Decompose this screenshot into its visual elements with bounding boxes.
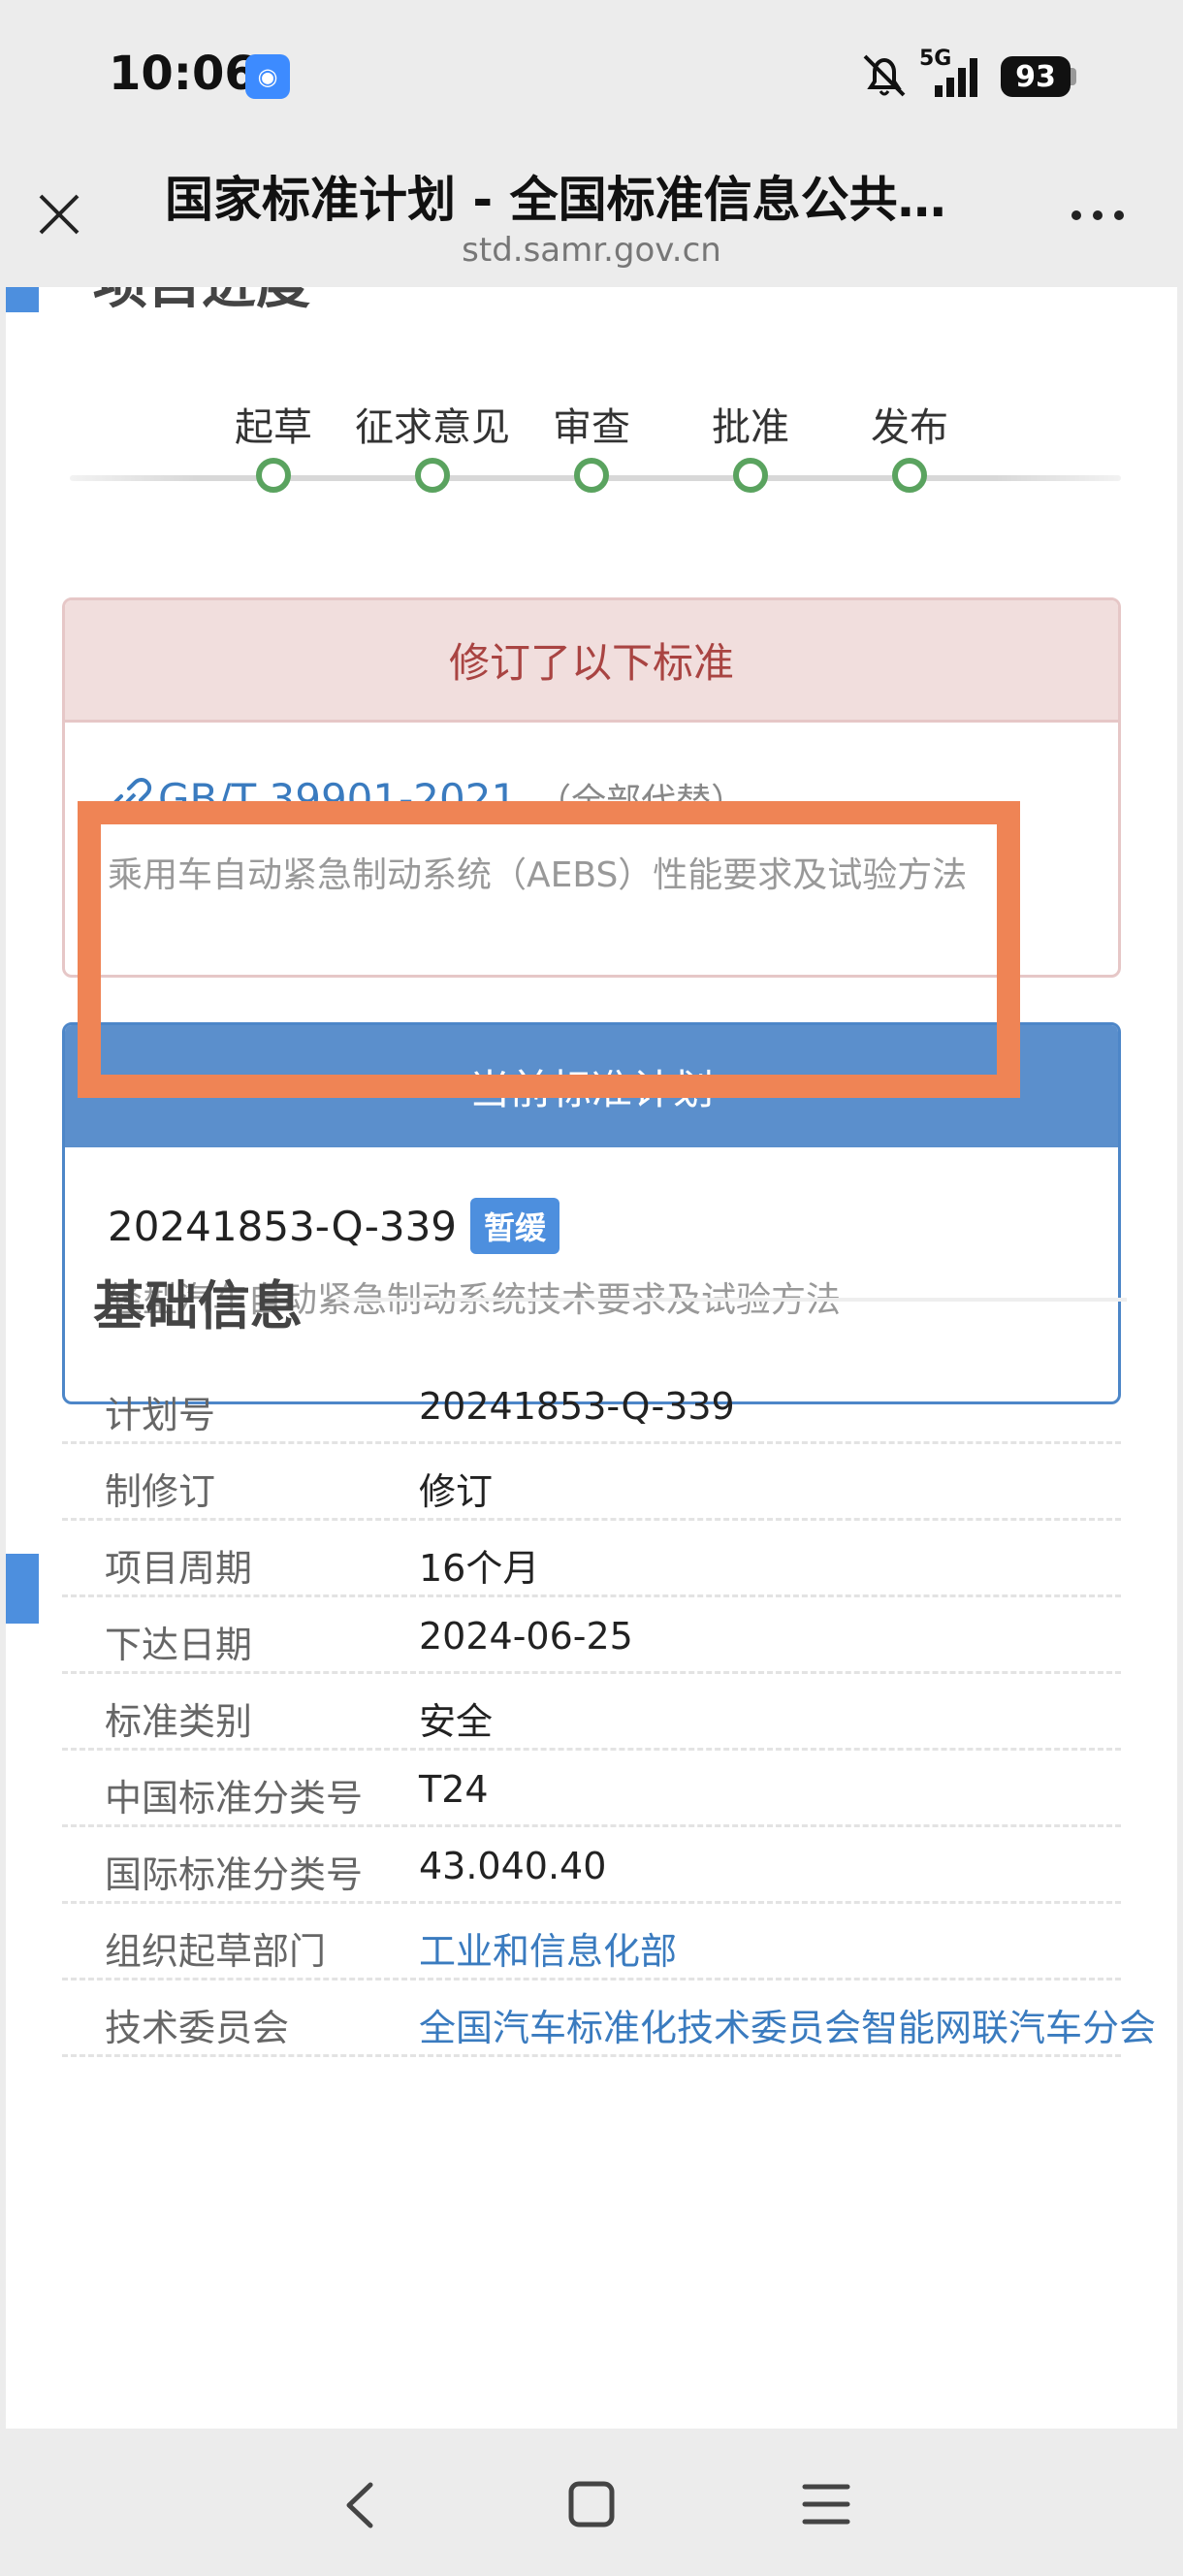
info-row: 标准类别 安全: [62, 1674, 1121, 1751]
step-dot: [892, 458, 927, 493]
info-row: 项目周期 16个月: [62, 1521, 1121, 1597]
info-key: 国际标准分类号: [105, 1853, 364, 1896]
current-plan-header: 当前标准计划: [65, 1025, 1118, 1147]
step-dot: [574, 458, 609, 493]
info-value: 20241853-Q-339: [419, 1385, 735, 1428]
info-key: 项目周期: [105, 1547, 253, 1590]
info-value: 2024-06-25: [419, 1615, 633, 1658]
page-url: std.samr.gov.cn: [462, 231, 721, 270]
current-plan-box: 当前标准计划 20241853-Q-339 暂缓 轻型汽车自动紧急制动系统技术要…: [62, 1022, 1121, 1404]
revised-standard-link[interactable]: GB/T 39901-2021 （全部代替）: [108, 773, 746, 823]
step-dot: [256, 458, 291, 493]
info-row: 组织起草部门 工业和信息化部: [62, 1904, 1121, 1980]
info-value: 修订: [419, 1470, 494, 1513]
section-marker: [6, 287, 39, 312]
info-key: 计划号: [105, 1394, 216, 1436]
progress-section-title: 项目进度: [93, 287, 310, 319]
step-dot: [415, 458, 450, 493]
web-content[interactable]: 项目进度 起草 征求意见 审查 批准 发布 修订了以下标准: [0, 287, 1183, 2429]
info-value: 安全: [419, 1700, 494, 1743]
info-key: 制修订: [105, 1470, 216, 1513]
technical-committee-link[interactable]: 全国汽车标准化技术委员会智能网联汽车分会: [419, 1998, 1156, 2051]
menu-icon[interactable]: [801, 2481, 851, 2528]
revised-standard-box: 修订了以下标准 GB/T 39901-2021 （全部代替） 乘用车自动紧急制动…: [62, 597, 1121, 978]
battery-tip: [1071, 68, 1076, 85]
info-key: 下达日期: [105, 1624, 253, 1666]
step-dot: [733, 458, 768, 493]
info-value: 16个月: [419, 1547, 540, 1590]
basic-info-title: 基础信息: [93, 1275, 303, 1336]
progress-step: 发布: [813, 396, 1007, 493]
info-value: T24: [419, 1768, 489, 1811]
battery-indicator: 93: [1001, 56, 1071, 97]
info-row: 制修订 修订: [62, 1444, 1121, 1521]
more-options-icon[interactable]: [1067, 204, 1129, 227]
info-key: 技术委员会: [105, 2007, 290, 2049]
revised-code: GB/T 39901-2021: [158, 774, 518, 822]
revised-description: 乘用车自动紧急制动系统（AEBS）性能要求及试验方法: [108, 855, 968, 895]
basic-info-table: 计划号 20241853-Q-339 制修订 修订 项目周期 16个月 下达日期…: [62, 1368, 1156, 2057]
info-value: 43.040.40: [419, 1845, 607, 1887]
status-bar: 10:06 ◉ 5G 93: [0, 0, 1183, 145]
status-time: 10:06: [109, 47, 257, 101]
section-divider: [336, 1298, 1127, 1302]
info-row: 技术委员会 全国汽车标准化技术委员会智能网联汽车分会: [62, 1980, 1156, 2057]
info-key: 中国标准分类号: [105, 1777, 364, 1819]
info-row: 下达日期 2024-06-25: [62, 1597, 1121, 1674]
revised-header: 修订了以下标准: [65, 600, 1118, 723]
drafting-department-link[interactable]: 工业和信息化部: [419, 1921, 677, 1975]
revised-note: （全部代替）: [536, 782, 747, 821]
info-key: 组织起草部门: [105, 1930, 327, 1973]
home-icon[interactable]: [566, 2479, 617, 2529]
system-nav-bar: [0, 2429, 1183, 2576]
info-row: 计划号 20241853-Q-339: [62, 1368, 1121, 1444]
info-row: 国际标准分类号 43.040.40: [62, 1827, 1121, 1904]
status-badge: 暂缓: [470, 1198, 560, 1254]
info-row: 中国标准分类号 T24: [62, 1751, 1121, 1827]
info-key: 标准类别: [105, 1700, 253, 1743]
page-title: 国家标准计划 - 全国标准信息公共…: [165, 172, 946, 228]
signal-icon: [935, 58, 977, 97]
app-notification-icon: ◉: [245, 54, 290, 99]
current-plan-code: 20241853-Q-339: [108, 1202, 458, 1250]
link-icon: [110, 778, 152, 819]
content-card: 项目进度 起草 征求意见 审查 批准 发布 修订了以下标准: [6, 287, 1177, 2429]
current-plan-row[interactable]: 20241853-Q-339 暂缓: [108, 1198, 560, 1254]
step-label: 发布: [871, 405, 948, 450]
mute-bell-icon: [863, 54, 906, 97]
section-marker: [6, 1554, 39, 1624]
back-icon[interactable]: [337, 2479, 380, 2531]
